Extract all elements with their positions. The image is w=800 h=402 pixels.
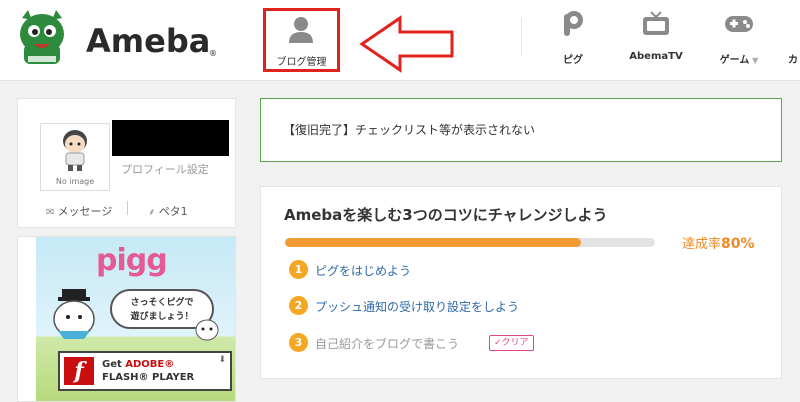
chevron-down-icon: ▼ (749, 56, 759, 65)
nav-more[interactable]: カ (788, 10, 800, 70)
progress-label: 達成率 (682, 237, 722, 252)
pigg-character-icon (53, 289, 95, 339)
notice-box[interactable]: 【復旧完了】チェックリスト等が表示されない (260, 98, 782, 162)
nav-pigg-label: ピグ (563, 55, 583, 66)
clear-badge: ✓クリア (489, 335, 534, 351)
pigg-ad-artwork: pigg さっそくピグで 遊びましょう！ f Get ADOBE® FLASH®… (36, 237, 235, 401)
nav-game-text: ゲーム (719, 55, 750, 66)
challenge-step-3[interactable]: 3 自己紹介をブログで書こう ✓クリア (289, 333, 559, 355)
message-link[interactable]: ✉ メッセージ (46, 203, 112, 219)
step-number: 1 (289, 260, 308, 279)
profile-settings-link[interactable]: プロフィール設定 (121, 161, 209, 177)
ameba-logo[interactable]: Ameba ® (16, 8, 217, 66)
nav-abematv-label: AbemaTV (629, 51, 683, 62)
nav-more-label: カ (788, 55, 798, 66)
envelope-icon: ✉ (46, 207, 58, 218)
tv-icon (643, 11, 669, 35)
logo-registered-mark: ® (209, 49, 217, 58)
footprint-icon: ⸙ (148, 207, 159, 218)
flash-get: Get (102, 359, 126, 370)
message-link-label: メッセージ (57, 205, 113, 218)
global-header: Ameba ® ブログ管理 ピグ AbemaTV ゲーム ▼ カ (0, 0, 800, 81)
get-flash-player-button[interactable]: f Get ADOBE® FLASH® PLAYER ⬇ (58, 351, 232, 391)
step-number: 2 (289, 296, 308, 315)
profile-card: No image プロフィール設定 ✉ メッセージ ⸙ ペタ1 (17, 98, 236, 228)
progress-readout: 達成率80% (682, 233, 755, 252)
peta-link-label: ペタ1 (158, 205, 188, 218)
sidebar: No image プロフィール設定 ✉ メッセージ ⸙ ペタ1 pigg さっそ… (17, 98, 236, 402)
more-icon (791, 10, 800, 38)
progress-value: 80% (721, 236, 755, 252)
flash-adobe: ADOBE® (125, 359, 175, 370)
pigg-ad-logo: pigg (96, 243, 168, 278)
nav-pigg[interactable]: ピグ (551, 10, 595, 70)
redacted-username (112, 120, 229, 156)
avatar[interactable]: No image (40, 123, 110, 191)
avatar-label: No image (55, 177, 95, 186)
download-icon: ⬇ (218, 355, 226, 365)
flash-player-label: FLASH® PLAYER (102, 372, 195, 383)
header-divider (521, 18, 522, 56)
bubble-line1: さっそくピグで (130, 298, 194, 308)
step-label: ピグをはじめよう (315, 264, 412, 278)
notice-text: 【復旧完了】チェックリスト等が表示されない (283, 123, 536, 137)
progress-bar (285, 238, 655, 247)
progress-fill (285, 238, 581, 247)
step-number: 3 (289, 333, 308, 352)
challenge-step-2[interactable]: 2 プッシュ通知の受け取り設定をしよう (289, 296, 569, 318)
pigg-ad-banner[interactable]: pigg さっそくピグで 遊びましょう！ f Get ADOBE® FLASH®… (17, 236, 236, 402)
nav-abematv[interactable]: AbemaTV (624, 10, 688, 70)
blog-management-label: ブログ管理 (276, 57, 327, 68)
ameba-mascot-icon (20, 10, 64, 64)
logo-text: Ameba (86, 22, 211, 60)
flash-logo-icon: f (64, 357, 94, 385)
flash-text: Get ADOBE® FLASH® PLAYER (102, 358, 194, 384)
gamepad-icon (725, 16, 753, 32)
challenge-title: Amebaを楽しむ3つのコツにチャレンジしよう (284, 206, 608, 224)
nav-game-label: ゲーム ▼ (712, 51, 766, 66)
default-avatar-icon (63, 130, 87, 171)
blog-management-button[interactable]: ブログ管理 (263, 8, 340, 72)
annotation-arrow-icon (359, 15, 454, 73)
user-icon (289, 17, 313, 43)
step-label: プッシュ通知の受け取り設定をしよう (315, 300, 520, 314)
pigg-icon (564, 11, 583, 36)
challenge-card: Amebaを楽しむ3つのコツにチャレンジしよう 達成率80% 1 ピグをはじめよ… (260, 186, 782, 379)
small-character-icon (195, 319, 219, 341)
link-divider (127, 201, 128, 215)
step-label: 自己紹介をブログで書こう (315, 337, 460, 351)
nav-game[interactable]: ゲーム ▼ (712, 10, 766, 70)
peta-link[interactable]: ⸙ ペタ1 (148, 203, 188, 219)
challenge-step-1[interactable]: 1 ピグをはじめよう (289, 260, 449, 282)
